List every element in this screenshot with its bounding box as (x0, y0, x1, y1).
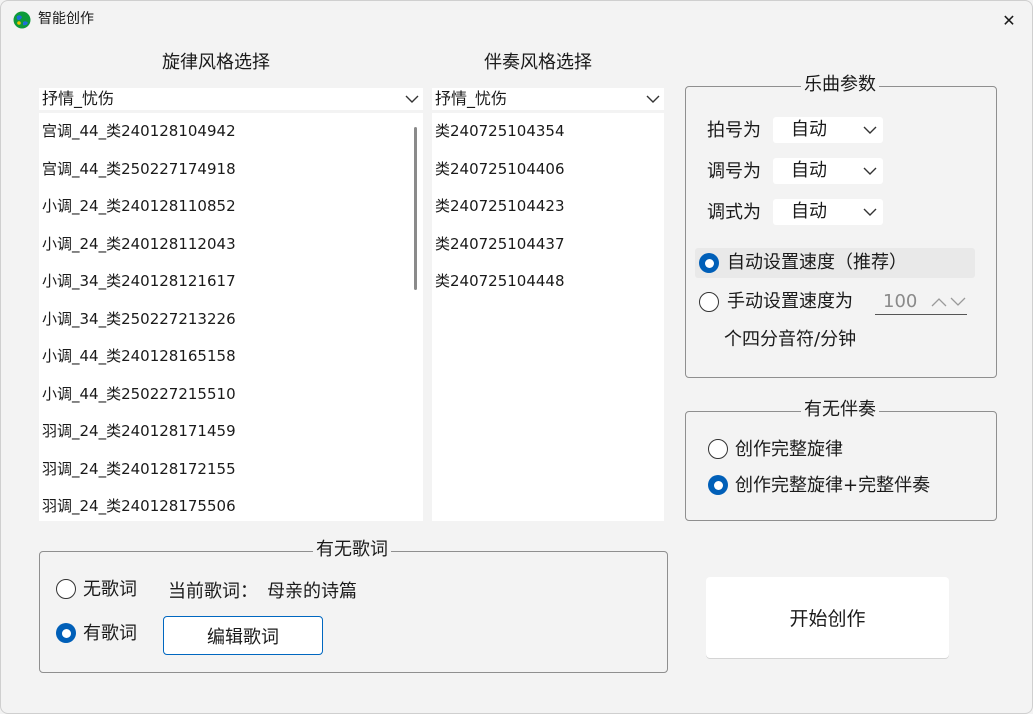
accompaniment-style-heading: 伴奏风格选择 (484, 52, 592, 73)
title-bar: 智能创作 ✕ (1, 1, 1032, 39)
accompaniment-list-item[interactable]: 类240725104354 (432, 113, 662, 151)
main-window: 智能创作 ✕ 旋律风格选择 抒情_忧伤 宫调_44_类240128104942 宫… (0, 0, 1033, 714)
globe-icon (13, 11, 31, 29)
melody-style-select[interactable]: 抒情_忧伤 (39, 88, 423, 110)
melody-list-item[interactable]: 小调_24_类240128112043 (39, 226, 409, 264)
manual-speed-label: 手动设置速度为 (727, 291, 853, 312)
lyrics-legend: 有无歌词 (313, 538, 391, 562)
mode-label: 调式为 (707, 202, 761, 223)
speed-spinbox[interactable]: 100 (875, 289, 967, 315)
melody-list-item[interactable]: 宫调_44_类250227174918 (39, 151, 409, 189)
melody-list-item[interactable]: 羽调_24_类240128172155 (39, 451, 409, 489)
melody-list-item[interactable]: 小调_44_类250227215510 (39, 376, 409, 414)
melody-with-accomp-label: 创作完整旋律+完整伴奏 (735, 475, 931, 496)
no-lyrics-label: 无歌词 (83, 579, 137, 600)
accompaniment-option-group (685, 411, 997, 521)
chevron-down-icon (857, 158, 883, 184)
speed-value: 100 (883, 291, 918, 312)
accompaniment-style-value: 抒情_忧伤 (435, 89, 508, 108)
melody-list[interactable]: 宫调_44_类240128104942 宫调_44_类250227174918 小调… (39, 113, 423, 521)
close-icon: ✕ (1002, 10, 1016, 30)
no-lyrics-radio[interactable] (56, 579, 76, 599)
accompaniment-style-select[interactable]: 抒情_忧伤 (432, 88, 664, 110)
chevron-down-icon (857, 199, 883, 225)
has-lyrics-label: 有歌词 (83, 623, 137, 644)
current-lyrics-value: 母亲的诗篇 (267, 581, 357, 602)
window-title: 智能创作 (38, 11, 94, 27)
melody-style-value: 抒情_忧伤 (42, 89, 115, 108)
current-lyrics-label: 当前歌词： (168, 581, 258, 602)
chevron-down-icon (642, 88, 664, 110)
meter-value: 自动 (791, 119, 827, 140)
melody-with-accomp-radio[interactable] (708, 475, 728, 495)
close-button[interactable]: ✕ (991, 5, 1027, 35)
melody-style-heading: 旋律风格选择 (162, 52, 270, 73)
melody-list-item[interactable]: 小调_24_类240128110852 (39, 188, 409, 226)
accompaniment-list-item[interactable]: 类240725104406 (432, 151, 662, 189)
chevron-down-icon (401, 88, 423, 110)
params-legend: 乐曲参数 (801, 73, 879, 97)
melody-list-item[interactable]: 小调_34_类250227213226 (39, 301, 409, 339)
mode-value: 自动 (791, 201, 827, 222)
melody-list-item[interactable]: 小调_44_类240128165158 (39, 338, 409, 376)
melody-only-radio[interactable] (708, 439, 728, 459)
has-lyrics-radio[interactable] (56, 623, 76, 643)
speed-unit-label: 个四分音符/分钟 (724, 329, 857, 350)
lyrics-group (39, 551, 668, 673)
auto-speed-label: 自动设置速度（推荐） (727, 252, 907, 273)
meter-label: 拍号为 (707, 120, 761, 141)
melody-list-scrollbar[interactable] (414, 127, 417, 290)
spin-up-down-icon[interactable] (930, 297, 967, 307)
melody-list-item[interactable]: 小调_34_类240128121617 (39, 263, 409, 301)
accompaniment-list-item[interactable]: 类240725104437 (432, 226, 662, 264)
meter-select[interactable]: 自动 (773, 117, 883, 143)
accompaniment-list-item[interactable]: 类240725104448 (432, 263, 662, 301)
accompaniment-list-item[interactable]: 类240725104423 (432, 188, 662, 226)
manual-speed-radio[interactable] (699, 292, 719, 312)
key-value: 自动 (791, 160, 827, 181)
key-label: 调号为 (707, 161, 761, 182)
mode-select[interactable]: 自动 (773, 199, 883, 225)
accompaniment-list[interactable]: 类240725104354 类240725104406 类240725104423 类… (432, 113, 664, 521)
start-compose-button[interactable]: 开始创作 (706, 577, 949, 658)
key-select[interactable]: 自动 (773, 158, 883, 184)
edit-lyrics-button[interactable]: 编辑歌词 (163, 616, 323, 655)
chevron-down-icon (857, 117, 883, 143)
melody-list-item[interactable]: 羽调_24_类240128175506 (39, 488, 409, 521)
auto-speed-radio[interactable] (699, 253, 719, 273)
melody-only-label: 创作完整旋律 (735, 439, 843, 460)
melody-list-item[interactable]: 宫调_44_类240128104942 (39, 113, 409, 151)
melody-list-item[interactable]: 羽调_24_类240128171459 (39, 413, 409, 451)
accompaniment-option-legend: 有无伴奏 (801, 398, 879, 422)
